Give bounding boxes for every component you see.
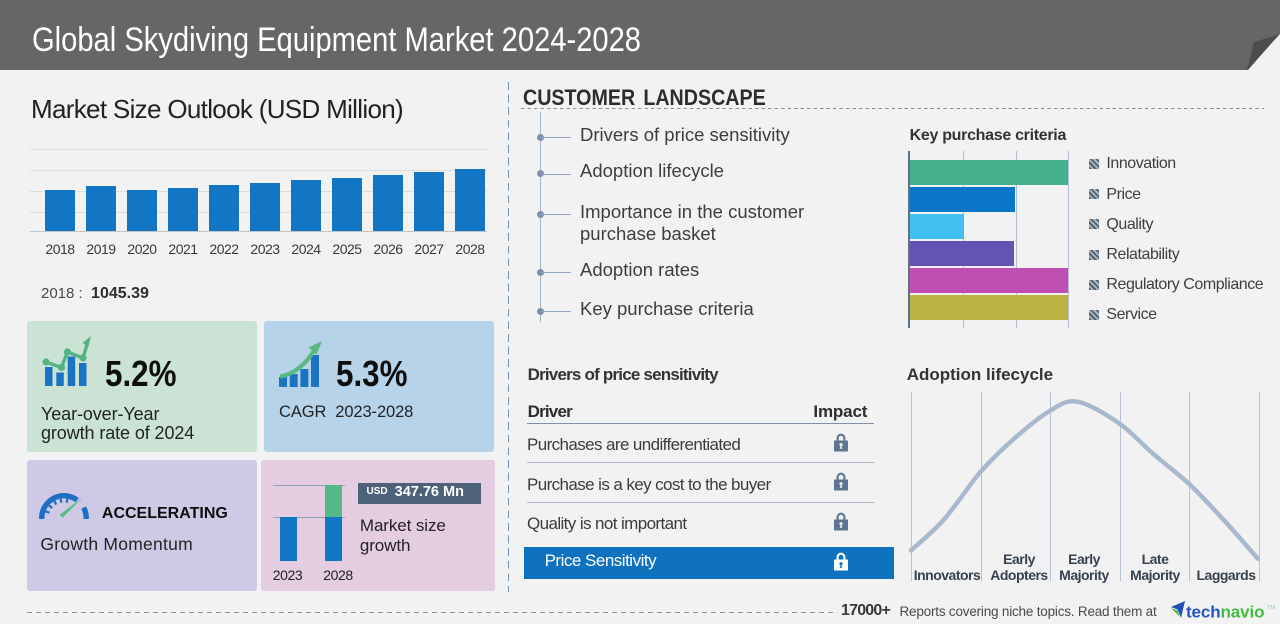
svg-text:TM: TM (1267, 605, 1275, 611)
svg-text:tech: tech (1186, 603, 1221, 622)
svg-text:navio: navio (1221, 603, 1265, 622)
